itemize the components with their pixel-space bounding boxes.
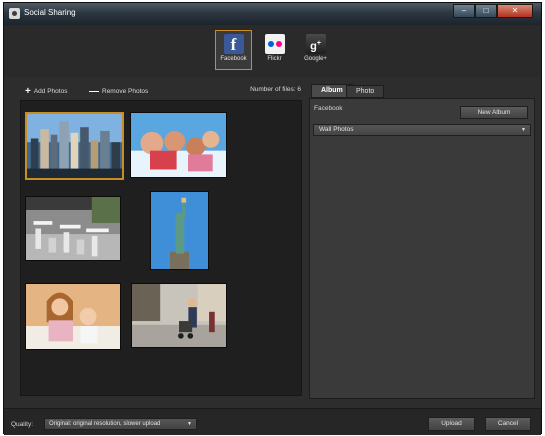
album-select[interactable]: Wall Photos ▼ [313,124,531,136]
close-button[interactable]: ✕ [497,4,533,18]
add-photos-label: Add Photos [33,88,68,95]
photo-actions-bar: + Add Photos — Remove Photos Number of fil… [14,83,304,97]
plus-icon: + [25,86,31,97]
album-select-value: Wall Photos [319,126,354,133]
minus-icon: — [89,86,99,97]
google-plus-icon: g+ [305,34,326,54]
quality-label: Quality: [11,421,34,428]
footer-bar: Quality: Original: original resolution, … [4,408,541,435]
flickr-icon [264,34,285,54]
quality-select-value: Original: original resolution, slower up… [49,421,161,427]
photo-thumbnail-woman-and-child[interactable] [25,283,121,350]
photo-thumbnail-city-skyline[interactable] [25,112,124,180]
woman-and-child-image [26,284,120,349]
chevron-down-icon: ▼ [187,421,192,427]
title-bar[interactable]: Social Sharing – □ ✕ [4,3,541,25]
service-facebook-button[interactable]: f Facebook [215,30,252,70]
camera-icon [9,8,20,19]
upload-button[interactable]: Upload [428,417,475,431]
photo-thumbnail-people-on-beach[interactable] [130,112,227,178]
tab-photo[interactable]: Photo [346,85,385,98]
photo-thumbnail-cafe-tables[interactable] [25,196,121,261]
album-pane: Facebook New Album Wall Photos ▼ [309,98,535,399]
add-photos-button[interactable]: + Add Photos [25,85,68,97]
cafe-tables-image [26,197,120,260]
city-skyline-image [27,114,122,178]
service-toolbar: f Facebook Flickr g+ Google+ [4,25,541,77]
chevron-down-icon: ▼ [521,127,526,133]
service-label: Facebook [220,56,247,62]
file-count: Number of files: 6 [250,86,301,93]
service-label: Flickr [267,56,282,62]
people-on-beach-image [131,113,226,177]
minimize-button[interactable]: – [453,4,475,18]
street-with-stroller-image [132,284,226,347]
cancel-button[interactable]: Cancel [485,417,531,431]
photos-panel: + Add Photos — Remove Photos Number of fil… [14,79,304,399]
photo-thumbnail-statue-of-liberty[interactable] [150,191,209,270]
quality-select[interactable]: Original: original resolution, slower up… [44,418,197,430]
service-label: Google+ [304,56,327,62]
details-tabs: Album Photo [309,83,535,98]
photo-grid[interactable] [20,100,302,396]
window-title: Social Sharing [24,8,76,17]
details-panel: Album Photo Facebook New Album Wall Phot… [309,83,535,399]
maximize-button[interactable]: □ [475,4,497,18]
service-flickr-button[interactable]: Flickr [256,30,293,70]
social-sharing-window: Social Sharing – □ ✕ f Facebook Flickr g… [3,2,542,435]
remove-photos-button[interactable]: — Remove Photos [89,85,149,97]
statue-of-liberty-image [151,192,208,269]
service-google-plus-button[interactable]: g+ Google+ [297,30,334,70]
new-album-button[interactable]: New Album [460,106,528,119]
remove-photos-label: Remove Photos [102,88,149,95]
photo-thumbnail-street-with-stroller[interactable] [131,283,227,348]
facebook-icon: f [223,34,244,54]
window-controls: – □ ✕ [453,4,533,18]
account-label: Facebook [314,105,343,112]
